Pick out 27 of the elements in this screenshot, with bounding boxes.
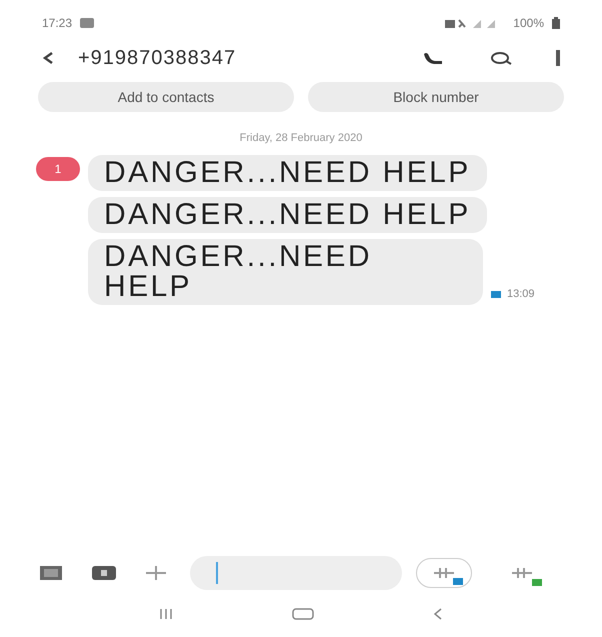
unread-badge: 1: [36, 156, 80, 180]
plus-icon[interactable]: [146, 566, 166, 580]
back-icon[interactable]: [42, 51, 54, 65]
contact-number: +919870388347: [78, 46, 236, 71]
send-button[interactable]: [416, 558, 472, 588]
sim-icon: [532, 579, 542, 586]
date-divider: Friday, 28 February 2020: [240, 131, 362, 146]
message-input[interactable]: [190, 556, 402, 590]
recent-apps-icon[interactable]: [159, 609, 174, 619]
message-bubble: DANGER...NEED HELP: [88, 196, 487, 232]
status-time: 17:23: [42, 15, 72, 32]
message-bubble: DANGER...NEED HELP: [88, 238, 483, 304]
camera-icon[interactable]: [92, 566, 116, 580]
waveform-icon: [512, 567, 532, 579]
home-icon[interactable]: [292, 608, 314, 620]
waveform-icon: [434, 567, 454, 579]
message-time: 13:09: [507, 287, 535, 302]
action-button[interactable]: Block number: [308, 82, 564, 112]
sim-icon: [453, 578, 463, 585]
battery-level: 100%: [513, 15, 544, 32]
search-icon[interactable]: [490, 51, 512, 65]
image-icon[interactable]: [40, 566, 62, 580]
message-bubble: DANGER...NEED HELP: [88, 154, 487, 190]
battery-icon: [552, 17, 560, 29]
phone-icon[interactable]: [422, 51, 444, 65]
sim-icon: [491, 290, 501, 298]
action-button[interactable]: Add to contacts: [38, 82, 294, 112]
